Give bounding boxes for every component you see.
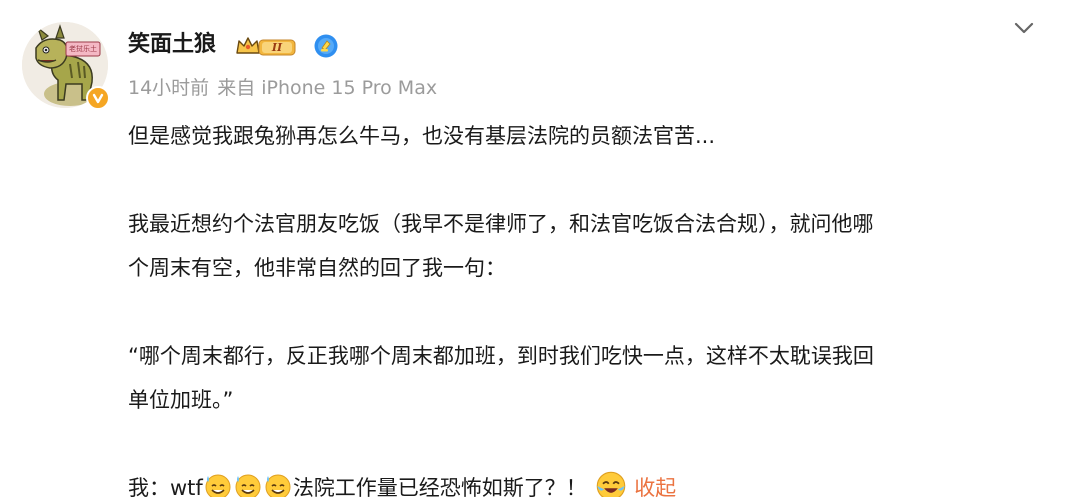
post-text-suffix: 法院工作量已经恐怖如斯了？！ xyxy=(292,476,587,497)
post-text-line: “哪个周末都行，反正我哪个周末都加班，到时我们吃快一点，这样不太耽误我回 xyxy=(128,344,874,368)
weibo-post: 老挝乐土 笑面土狼 II 14小时前 来自 iPhone 15 Pro Max … xyxy=(0,0,1080,497)
collapse-button[interactable]: 收起 xyxy=(634,476,676,497)
post-text-line: 但是感觉我跟兔狲再怎么牛马，也没有基层法院的员额法官苦... xyxy=(128,124,716,148)
sweat-smile-emoji xyxy=(235,474,261,497)
vip-crown-badge-icon[interactable]: II xyxy=(235,33,297,59)
vip-level-text: II xyxy=(271,41,283,54)
post-text-prefix: 我：wtf xyxy=(128,476,203,497)
post-text-line: 个周末有空，他非常自然的回了我一句： xyxy=(128,256,506,280)
sweat-smile-emoji xyxy=(265,474,291,497)
post-content: 但是感觉我跟兔狲再怎么牛马，也没有基层法院的员额法官苦... 我最近想约个法官朋… xyxy=(128,114,1048,497)
username[interactable]: 笑面土狼 xyxy=(128,28,216,62)
cry-laugh-emoji xyxy=(596,471,625,497)
post-last-line: 我：wtf 法院工作量已经恐怖如斯了？！ 收起 xyxy=(128,466,1048,497)
post-text-line: 我最近想约个法官朋友吃饭（我早不是律师了，和法官吃饭合法合规），就问他哪 xyxy=(128,212,874,236)
post-meta: 14小时前 来自 iPhone 15 Pro Max xyxy=(128,74,437,102)
chevron-down-icon[interactable] xyxy=(1010,14,1038,42)
sweat-smile-emoji xyxy=(205,474,231,497)
post-text-line: 单位加班。” xyxy=(128,388,234,412)
avatar-sign-text: 老挝乐土 xyxy=(69,45,97,53)
post-timestamp[interactable]: 14小时前 xyxy=(128,77,209,99)
blue-v-verified-icon[interactable] xyxy=(313,33,339,59)
verified-orange-icon xyxy=(86,86,110,110)
post-source: 来自 iPhone 15 Pro Max xyxy=(217,77,438,99)
